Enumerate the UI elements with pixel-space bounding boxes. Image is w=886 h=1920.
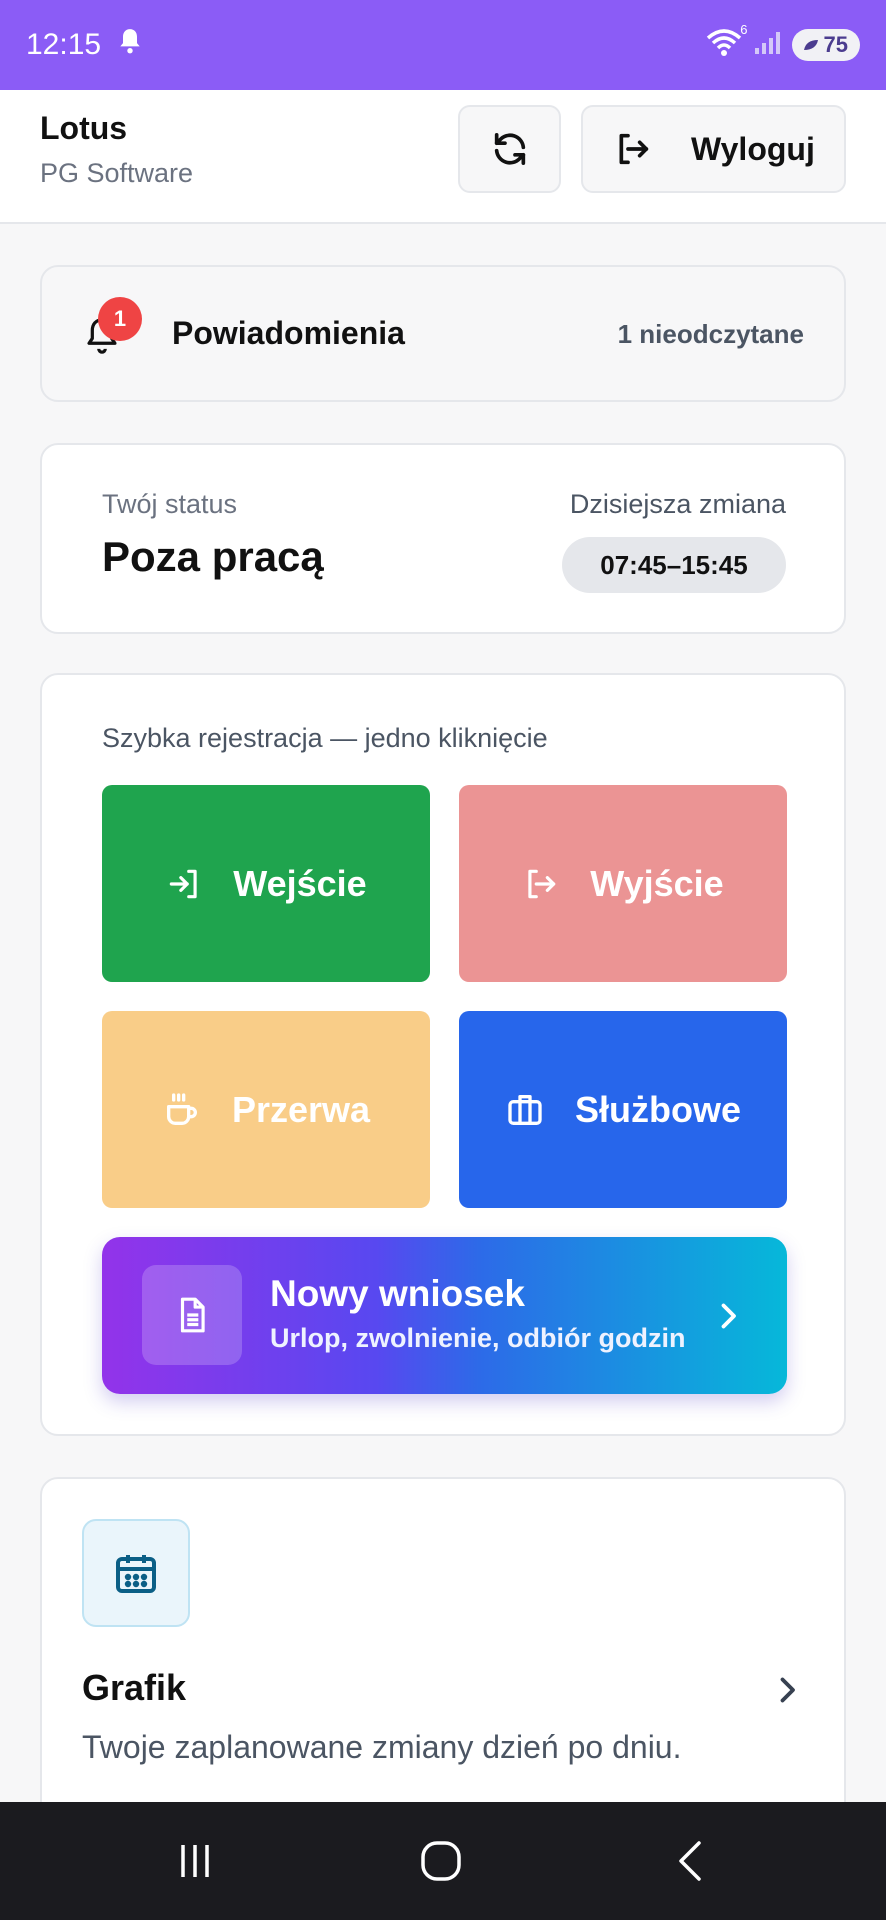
shift-time-pill: 07:45–15:45 [562,537,786,593]
recent-apps-button[interactable] [150,1802,240,1920]
schedule-card[interactable]: Grafik Twoje zaplanowane zmiany dzień po… [40,1477,846,1857]
login-icon [170,869,197,898]
business-trip-button[interactable]: Służbowe [459,1011,787,1208]
enter-label: Wejście [233,862,367,904]
chevron-right-icon [717,1301,739,1336]
briefcase-icon [508,1094,542,1125]
refresh-icon [494,133,525,166]
home-icon [421,1841,461,1881]
app-title: Lotus [40,110,128,146]
enter-button[interactable]: Wejście [102,785,430,982]
status-value: Poza pracą [102,533,324,580]
home-button[interactable] [396,1802,486,1920]
signal-icon [754,30,782,61]
notifications-title: Powiadomienia [172,315,405,351]
battery-level: 75 [823,32,848,57]
notification-count-badge: 1 [98,297,142,341]
new-request-subtitle: Urlop, zwolnienie, odbiór godzin [270,1323,686,1353]
logout-label: Wyloguj [691,130,815,167]
clock: 12:15 [26,28,102,61]
back-icon [679,1841,701,1881]
wifi-sub-label: 6 [740,21,748,37]
schedule-description: Twoje zaplanowane zmiany dzień po dniu. [82,1729,682,1765]
new-request-title: Nowy wniosek [270,1273,525,1314]
refresh-button[interactable] [458,105,561,193]
status-bar-right: 6 75 [704,22,860,63]
battery-indicator: 75 [791,29,860,61]
chevron-right-icon [776,1675,798,1710]
break-button[interactable]: Przerwa [102,1011,430,1208]
shift-label: Dzisiejsza zmiana [569,489,786,519]
document-icon [142,1265,242,1365]
system-status-bar: 12:15 6 75 [0,0,886,90]
system-navigation-bar [0,1802,886,1920]
logout-icon [619,133,649,165]
back-button[interactable] [646,1802,736,1920]
wifi-icon: 6 [704,22,748,63]
app-header: Lotus PG Software Wyloguj [0,90,886,224]
calendar-icon [82,1519,190,1627]
exit-label: Wyjście [590,862,724,904]
unread-count: 1 nieodczytane [617,319,804,349]
new-request-button[interactable]: Nowy wniosek Urlop, zwolnienie, odbiór g… [102,1237,787,1394]
notifications-card[interactable]: 1 Powiadomienia 1 nieodczytane [40,265,846,402]
recent-apps-icon [181,1845,209,1877]
coffee-cup-icon [166,1092,197,1125]
schedule-title: Grafik [82,1667,187,1708]
status-label: Twój status [102,489,238,519]
logout-icon [528,869,556,898]
quick-registration-card: Szybka rejestracja — jedno kliknięcie We… [40,673,846,1436]
status-card: Twój status Poza pracą Dzisiejsza zmiana… [40,443,846,634]
quick-registration-label: Szybka rejestracja — jedno kliknięcie [102,723,548,753]
app-subtitle: PG Software [40,158,194,188]
logout-button[interactable]: Wyloguj [581,105,846,193]
business-trip-label: Służbowe [574,1088,741,1130]
battery-saver-icon [803,40,818,50]
break-label: Przerwa [231,1088,371,1130]
exit-button[interactable]: Wyjście [459,785,787,982]
notification-bell-icon [117,27,143,63]
status-bar-left: 12:15 [26,27,143,63]
